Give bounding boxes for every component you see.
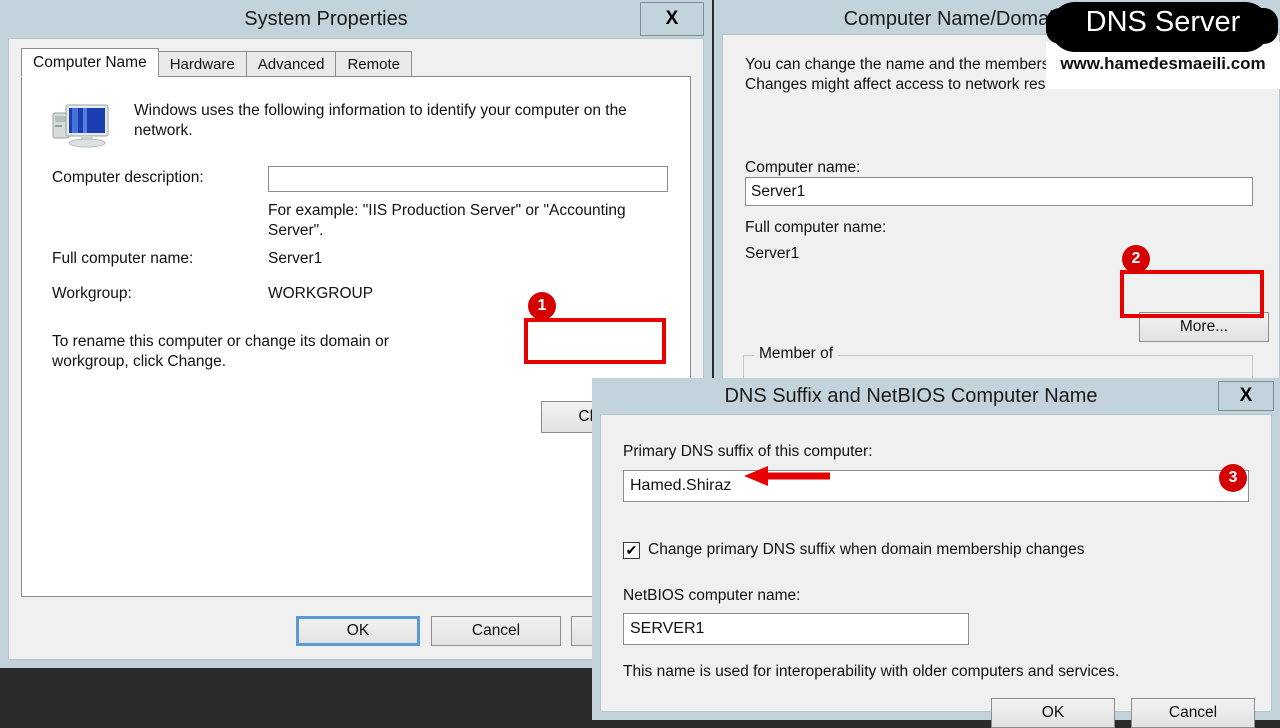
- system-properties-title: System Properties: [244, 7, 408, 30]
- netbios-computer-name-value: SERVER1: [630, 620, 705, 637]
- change-suffix-checkbox[interactable]: ✔: [623, 541, 640, 559]
- dns-suffix-ok-label: OK: [1041, 704, 1065, 721]
- primary-dns-suffix-value: Hamed.Shiraz: [630, 477, 732, 494]
- computer-description-input[interactable]: [268, 166, 668, 192]
- tab-computer-name[interactable]: Computer Name: [21, 48, 159, 77]
- full-computer-name-value: Server1: [268, 250, 323, 267]
- system-properties-cancel-button[interactable]: Cancel: [431, 616, 561, 646]
- cndc-full-computer-name-label: Full computer name:: [745, 219, 887, 236]
- check-icon: ✔: [625, 542, 638, 558]
- tab-advanced[interactable]: Advanced: [245, 51, 337, 77]
- change-suffix-checkbox-row[interactable]: ✔ Change primary DNS suffix when domain …: [623, 541, 1085, 559]
- dns-suffix-title: DNS Suffix and NetBIOS Computer Name: [724, 384, 1098, 407]
- more-button-label: More...: [1179, 318, 1229, 335]
- dns-suffix-cancel-button[interactable]: Cancel: [1131, 698, 1255, 728]
- dns-suffix-body: Primary DNS suffix of this computer: Ham…: [600, 414, 1272, 728]
- netbios-computer-name-input[interactable]: SERVER1: [623, 613, 969, 645]
- computer-name-input[interactable]: Server1: [745, 177, 1253, 206]
- computer-icon: [52, 104, 109, 148]
- dns-suffix-close-button[interactable]: X: [1218, 381, 1274, 411]
- more-button[interactable]: More...: [1139, 312, 1269, 342]
- rename-computer-note: To rename this computer or change its do…: [52, 333, 389, 370]
- dns-suffix-cancel-label: Cancel: [1168, 704, 1218, 721]
- watermark-url-text: www.hamedesmaeili.com: [1060, 54, 1266, 73]
- watermark: DNS Server www.hamedesmaeili.com: [1046, 0, 1280, 96]
- step-badge-3-label: 3: [1228, 469, 1238, 486]
- step-badge-3: 3: [1219, 464, 1247, 492]
- workgroup-label: Workgroup:: [52, 285, 132, 302]
- cndc-full-computer-name-value: Server1: [745, 245, 800, 262]
- dns-suffix-help-text: This name is used for interoperability w…: [623, 663, 1120, 680]
- tab-advanced-label: Advanced: [257, 55, 325, 73]
- system-properties-ok-button[interactable]: OK: [296, 616, 420, 646]
- computer-name-tab-panel: Windows uses the following information t…: [21, 76, 691, 597]
- tab-remote[interactable]: Remote: [335, 51, 412, 77]
- tab-computer-name-label: Computer Name: [33, 53, 147, 71]
- netbios-computer-name-label: NetBIOS computer name:: [623, 587, 801, 604]
- tab-remote-label: Remote: [347, 55, 400, 73]
- tab-hardware-label: Hardware: [169, 55, 235, 73]
- primary-dns-suffix-input[interactable]: Hamed.Shiraz: [623, 470, 1249, 502]
- computer-description-example: For example: "IIS Production Server" or …: [268, 202, 626, 239]
- computer-name-label: Computer name:: [745, 159, 861, 176]
- system-properties-tabstrip: Computer Name Hardware Advanced Remote: [21, 48, 691, 77]
- dns-suffix-ok-button[interactable]: OK: [991, 698, 1115, 728]
- system-properties-cancel-label: Cancel: [471, 622, 521, 639]
- close-icon: X: [665, 8, 679, 29]
- step-badge-2-label: 2: [1131, 250, 1141, 267]
- change-suffix-checkbox-label: Change primary DNS suffix when domain me…: [648, 541, 1085, 558]
- workgroup-value: WORKGROUP: [268, 285, 374, 302]
- computer-name-input-value: Server1: [751, 182, 806, 200]
- system-properties-ok-label: OK: [346, 622, 370, 639]
- close-icon: X: [1239, 385, 1253, 406]
- step-badge-1-label: 1: [537, 297, 547, 314]
- system-properties-close-button[interactable]: X: [640, 2, 704, 36]
- primary-dns-suffix-label: Primary DNS suffix of this computer:: [623, 443, 873, 460]
- system-properties-titlebar: System Properties: [0, 0, 712, 38]
- computer-description-label: Computer description:: [52, 169, 204, 186]
- dns-suffix-netbios-window: DNS Suffix and NetBIOS Computer Name X P…: [592, 378, 1280, 728]
- step-badge-1: 1: [528, 292, 556, 320]
- full-computer-name-label: Full computer name:: [52, 250, 194, 267]
- watermark-badge-text: DNS Server: [1085, 6, 1241, 38]
- tab-hardware[interactable]: Hardware: [157, 51, 247, 77]
- step-badge-2: 2: [1122, 245, 1150, 273]
- system-properties-intro: Windows uses the following information t…: [134, 102, 627, 139]
- member-of-label: Member of: [754, 345, 839, 363]
- dns-suffix-titlebar: DNS Suffix and NetBIOS Computer Name: [592, 378, 1280, 414]
